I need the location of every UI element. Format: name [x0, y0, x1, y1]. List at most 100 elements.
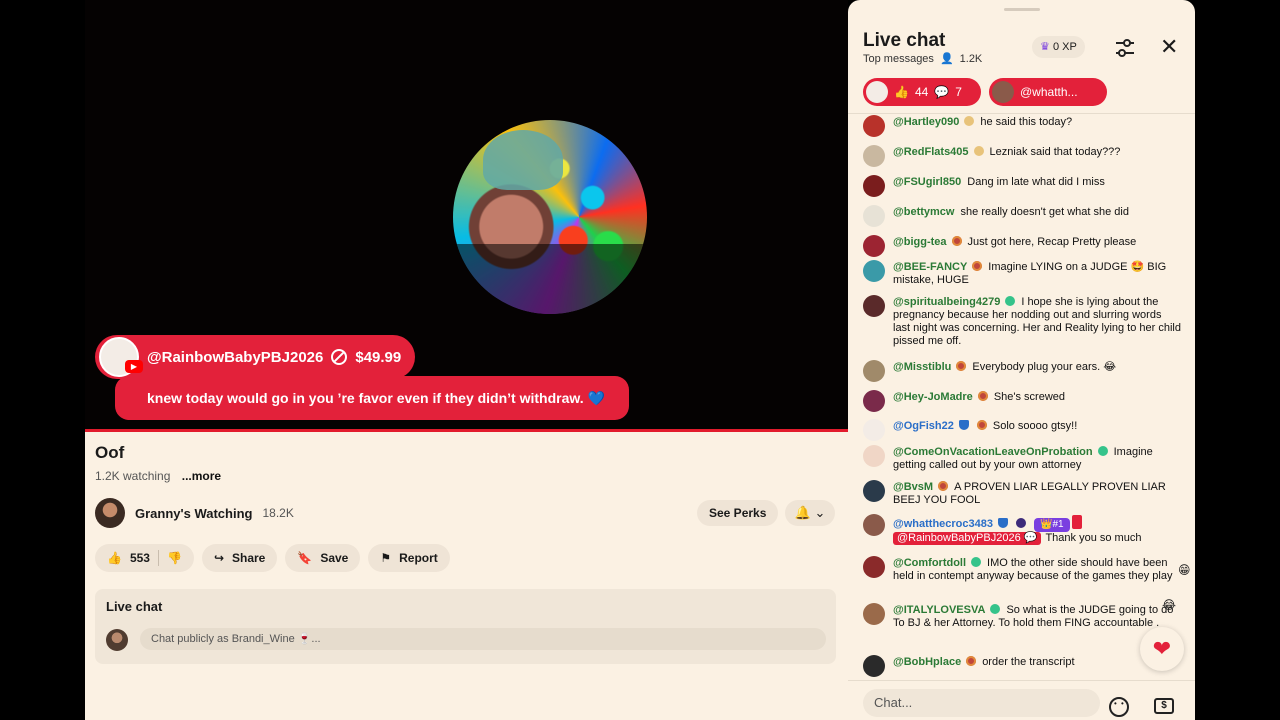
chat-message[interactable]: @Comfortdoll IMO the other side should ha… [863, 556, 1181, 583]
chat-message[interactable]: @BobHplace order the transcript [863, 655, 1181, 677]
avatar[interactable] [863, 556, 885, 578]
chat-preview-input[interactable]: Chat publicly as Brandi_Wine 🍷... [140, 628, 826, 650]
action-bar: 👍 553 👎 ↪ Share 🔖 Save ⚑ Report [95, 544, 450, 572]
avatar[interactable] [863, 175, 885, 197]
message-author[interactable]: @FSUgirl850 [893, 176, 961, 188]
message-author[interactable]: @whatthecroc3483 [893, 518, 993, 530]
save-button[interactable]: 🔖 Save [285, 544, 361, 572]
avatar[interactable] [863, 655, 885, 677]
chat-message[interactable]: @spiritualbeing4279 I hope she is lying a… [863, 295, 1181, 348]
badge-icon [972, 261, 983, 271]
emoji-icon[interactable] [1109, 697, 1129, 717]
channel-name[interactable]: Granny's Watching [135, 506, 252, 521]
like-dislike-button[interactable]: 👍 553 👎 [95, 544, 194, 572]
message-body: @OgFish22 Solo soooo gtsy!! [893, 420, 1181, 441]
message-body: @BobHplace order the transcript [893, 656, 1181, 677]
pinned-avatar [992, 81, 1014, 103]
message-author[interactable]: @ComeOnVacationLeaveOnProbation [893, 446, 1093, 458]
avatar[interactable] [863, 419, 885, 441]
message-body: @FSUgirl850 Dang im late what did I miss [893, 176, 1181, 197]
chat-message[interactable]: @ComeOnVacationLeaveOnProbation Imagine g… [863, 445, 1181, 472]
share-button[interactable]: ↪ Share [201, 544, 278, 572]
see-perks-button[interactable]: See Perks [697, 500, 779, 526]
close-icon[interactable]: ✕ [1160, 36, 1178, 58]
message-author[interactable]: @OgFish22 [893, 420, 954, 432]
avatar[interactable] [863, 205, 885, 227]
super-chat-icon[interactable]: $ [1154, 698, 1174, 714]
emoji-float-icon: 😂 [1162, 598, 1177, 612]
message-author[interactable]: @BEE-FANCY [893, 261, 967, 273]
chat-messages[interactable]: @Hartley090 he said this today? @RedFlats4… [863, 113, 1183, 678]
chat-message[interactable]: @bettymcw she really doesn't get what sh… [863, 205, 1181, 227]
avatar[interactable] [863, 260, 885, 282]
message-body: @ComeOnVacationLeaveOnProbation Imagine g… [893, 446, 1181, 472]
mention-chip[interactable]: @RainbowBabyPBJ2026 💬 [893, 532, 1042, 545]
emoji-float-icon: 😁 [1178, 563, 1191, 577]
badge-icon [1097, 446, 1108, 456]
avatar[interactable] [863, 603, 885, 625]
chat-message[interactable]: @ITALYLOVESVA So what is the JUDGE going … [863, 603, 1181, 630]
chat-message[interactable]: @Misstiblu Everybody plug your ears. 😂 [863, 360, 1181, 382]
message-author[interactable]: @bettymcw [893, 206, 954, 218]
avatar[interactable] [863, 145, 885, 167]
drag-handle[interactable] [1004, 8, 1040, 11]
message-author[interactable]: @BvsM [893, 481, 933, 493]
subscriber-count: 18.2K [262, 506, 294, 520]
avatar[interactable] [863, 295, 885, 317]
chat-message[interactable]: @bigg-tea Just got here, Recap Pretty ple… [863, 235, 1181, 257]
message-author[interactable]: @Comfortdoll [893, 557, 966, 569]
chat-mode[interactable]: Top messages [863, 53, 934, 65]
settings-sliders-icon[interactable] [1114, 38, 1136, 58]
chat-message[interactable]: @FSUgirl850 Dang im late what did I miss [863, 175, 1181, 197]
avatar[interactable] [863, 115, 885, 137]
viewer-count: 1.2K [959, 52, 983, 65]
live-chat-preview[interactable]: Live chat Chat publicly as Brandi_Wine 🍷… [95, 589, 836, 664]
chat-message[interactable]: @whatthecroc3483 👑#1 @RainbowBabyPBJ2026 💬… [863, 514, 1181, 545]
save-label: Save [320, 551, 349, 565]
message-author[interactable]: @spiritualbeing4279 [893, 296, 1000, 308]
share-label: Share [232, 551, 266, 565]
notifications-button[interactable]: 🔔 ⌄ [785, 500, 835, 526]
pinned-item-2[interactable]: @whatth... [989, 78, 1107, 106]
avatar[interactable] [863, 390, 885, 412]
blocked-icon [331, 349, 348, 365]
badge-icon [1005, 296, 1016, 306]
badge-icon [973, 146, 984, 156]
avatar[interactable] [863, 235, 885, 257]
xp-badge[interactable]: ♛ 0 XP [1032, 36, 1085, 58]
message-author[interactable]: @ITALYLOVESVA [893, 604, 985, 616]
message-body: @ITALYLOVESVA So what is the JUDGE going … [893, 604, 1181, 630]
message-author[interactable]: @BobHplace [893, 656, 961, 668]
message-author[interactable]: @Hey-JoMadre [893, 391, 973, 403]
chat-message[interactable]: @BvsM A PROVEN LIAR LEGALLY PROVEN LIAR B… [863, 480, 1181, 507]
thumbs-down-icon[interactable]: 👎 [167, 551, 182, 565]
superchat-avatar: ▶ [99, 337, 143, 377]
message-author[interactable]: @bigg-tea [893, 236, 947, 248]
avatar[interactable] [863, 480, 885, 502]
thumbs-up-icon: 👍 [894, 85, 909, 99]
badge-icon [966, 656, 977, 666]
heart-reaction-button[interactable]: ❤ [1140, 627, 1184, 671]
channel-avatar[interactable] [95, 498, 125, 528]
chat-message[interactable]: @Hey-JoMadre She's screwed [863, 390, 1181, 412]
chat-message[interactable]: @RedFlats405 Lezniak said that today??? [863, 145, 1181, 167]
message-text: She's screwed [993, 391, 1066, 403]
chat-input[interactable]: Chat... [863, 689, 1100, 717]
thumbs-up-icon[interactable]: 👍 [107, 551, 122, 565]
message-author[interactable]: @Misstiblu [893, 361, 951, 373]
badge-icon [938, 481, 949, 491]
more-link[interactable]: ...more [182, 469, 221, 483]
chat-message[interactable]: @OgFish22 Solo soooo gtsy!! [863, 419, 1181, 441]
avatar[interactable] [863, 445, 885, 467]
avatar[interactable] [863, 360, 885, 382]
message-author[interactable]: @Hartley090 [893, 116, 959, 128]
video-player[interactable]: ▶ @RainbowBabyPBJ2026 $49.99 knew today … [85, 0, 848, 432]
watching-count: 1.2K watching [95, 469, 171, 483]
video-progress-bar[interactable] [85, 429, 848, 432]
avatar[interactable] [863, 514, 885, 536]
chat-message[interactable]: @Hartley090 he said this today? [863, 115, 1181, 137]
chat-message[interactable]: @BEE-FANCY Imagine LYING on a JUDGE 🤩 BIG… [863, 260, 1181, 287]
pinned-item-1[interactable]: 👍 44 💬 7 [863, 78, 981, 106]
message-author[interactable]: @RedFlats405 [893, 146, 969, 158]
report-button[interactable]: ⚑ Report [368, 544, 450, 572]
